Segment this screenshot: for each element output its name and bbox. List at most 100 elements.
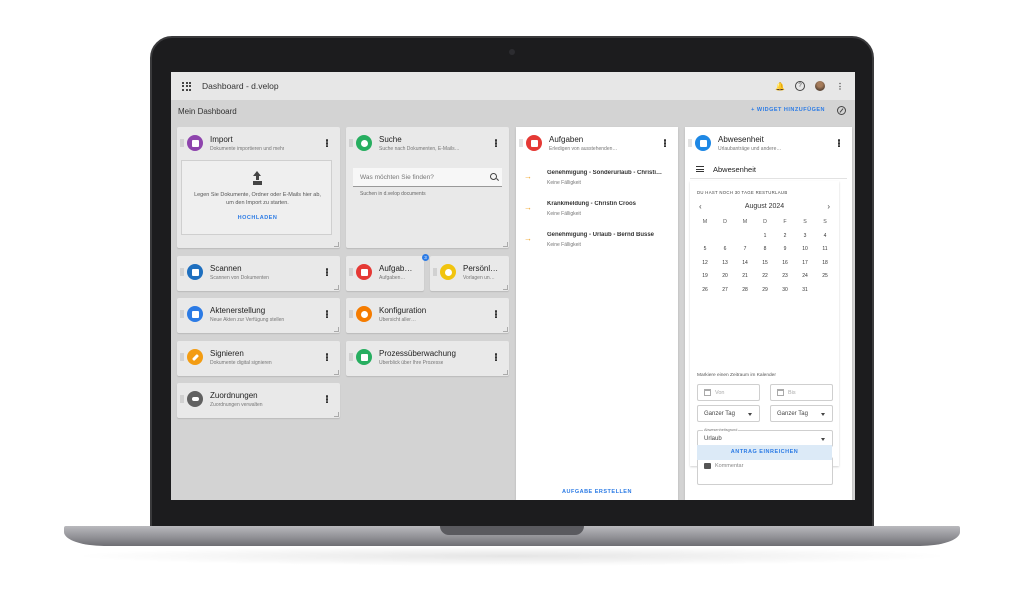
tasks-small-tile[interactable]: Aufgab… Aufgaben… 3 <box>346 254 429 291</box>
drag-handle-icon[interactable] <box>180 310 184 318</box>
more-vert-icon[interactable] <box>326 139 328 147</box>
calendar-day[interactable]: 10 <box>795 245 815 253</box>
more-vert-icon[interactable] <box>326 310 328 318</box>
chevron-right-icon[interactable]: › <box>827 202 830 211</box>
arrow-right-icon: → <box>524 172 532 181</box>
config-tile[interactable]: Konfiguration Übersicht aller… <box>346 298 509 333</box>
task-due: Keine Fälligkeit <box>547 211 581 217</box>
resize-handle-icon[interactable] <box>503 242 508 247</box>
calendar-day[interactable]: 31 <box>795 286 815 294</box>
calendar-day[interactable]: 9 <box>775 245 795 253</box>
calendar-day[interactable]: 11 <box>815 245 835 253</box>
calendar-day[interactable]: 25 <box>815 272 835 280</box>
scan-tile[interactable]: Scannen Scannen von Dokumenten <box>177 256 340 291</box>
full-day-to-select[interactable]: Ganzer Tag <box>770 405 833 422</box>
resize-handle-icon[interactable] <box>334 412 339 417</box>
resize-handle-icon[interactable] <box>503 370 508 375</box>
camera-icon <box>509 49 515 55</box>
resize-handle-icon[interactable] <box>503 327 508 332</box>
drag-handle-icon[interactable] <box>180 395 184 403</box>
menu-icon[interactable] <box>696 166 704 172</box>
drag-handle-icon[interactable] <box>180 139 184 147</box>
more-vert-icon[interactable] <box>326 268 328 276</box>
sign-tile[interactable]: Signieren Dokumente digital signieren <box>177 341 340 376</box>
assign-tile[interactable]: Zuordnungen Zuordnungen verwalten <box>177 383 340 418</box>
calendar-day[interactable]: 2 <box>775 232 795 240</box>
calendar-day[interactable]: 7 <box>735 245 755 253</box>
calendar-day[interactable]: 26 <box>695 286 715 294</box>
calendar-day[interactable]: 18 <box>815 259 835 267</box>
submit-request-button[interactable]: ANTRAG EINREICHEN <box>697 445 832 460</box>
calendar-day[interactable]: 5 <box>695 245 715 253</box>
bell-icon[interactable]: 🔔 <box>775 81 785 91</box>
calendar-day[interactable]: 24 <box>795 272 815 280</box>
more-vert-icon[interactable]: ⋮ <box>835 81 845 91</box>
calendar-day[interactable]: 3 <box>795 232 815 240</box>
magnifier-icon[interactable] <box>490 173 497 180</box>
calendar-day[interactable]: 15 <box>755 259 775 267</box>
akte-tile[interactable]: Aktenerstellung Neue Akten zur Verfügung… <box>177 298 340 333</box>
calendar-day[interactable]: 22 <box>755 272 775 280</box>
drag-handle-icon[interactable] <box>349 139 353 147</box>
calendar-day[interactable]: 6 <box>715 245 735 253</box>
from-placeholder: Von <box>715 390 725 396</box>
resize-handle-icon[interactable] <box>334 242 339 247</box>
calendar-day[interactable]: 30 <box>775 286 795 294</box>
calendar-day[interactable]: 20 <box>715 272 735 280</box>
upload-button[interactable]: HOCHLADEN <box>182 215 333 221</box>
more-vert-icon[interactable] <box>326 353 328 361</box>
drag-handle-icon[interactable] <box>349 353 353 361</box>
calendar-day[interactable]: 27 <box>715 286 735 294</box>
to-date-field[interactable]: Bis <box>770 384 833 401</box>
calendar-day[interactable]: 17 <box>795 259 815 267</box>
tile-title: Scannen <box>210 264 242 273</box>
drag-handle-icon[interactable] <box>688 139 692 147</box>
drag-handle-icon[interactable] <box>180 268 184 276</box>
resize-handle-icon[interactable] <box>334 370 339 375</box>
apps-grid-icon[interactable] <box>182 81 191 91</box>
process-icon <box>356 349 372 365</box>
add-widget-button[interactable]: + WIDGET HINZUFÜGEN <box>751 107 825 113</box>
calendar-day[interactable]: 29 <box>755 286 775 294</box>
drag-handle-icon[interactable] <box>349 268 353 276</box>
drag-handle-icon[interactable] <box>433 268 437 276</box>
calendar-day[interactable]: 1 <box>755 232 775 240</box>
calendar-day[interactable]: 13 <box>715 259 735 267</box>
more-vert-icon[interactable] <box>495 139 497 147</box>
drag-handle-icon[interactable] <box>180 353 184 361</box>
more-vert-icon[interactable] <box>495 310 497 318</box>
comment-field[interactable]: Kommentar <box>697 457 833 485</box>
calendar-day[interactable]: 23 <box>775 272 795 280</box>
full-day-from-select[interactable]: Ganzer Tag <box>697 405 760 422</box>
process-tile[interactable]: Prozessüberwachung Überblick über Ihre P… <box>346 341 509 376</box>
more-vert-icon[interactable] <box>664 139 666 147</box>
help-icon[interactable]: ? <box>795 81 805 91</box>
more-vert-icon[interactable] <box>326 395 328 403</box>
resize-handle-icon[interactable] <box>334 285 339 290</box>
task-item[interactable]: → Krankmeldung - Christin Croos Keine Fä… <box>516 198 678 228</box>
task-item[interactable]: → Genehmigung - Sonderurlaub - Christi… … <box>516 167 678 197</box>
more-vert-icon[interactable] <box>495 353 497 361</box>
create-task-button[interactable]: AUFGABE ERSTELLEN <box>516 489 678 495</box>
search-input[interactable]: Was möchten Sie finden? <box>353 168 502 187</box>
task-item[interactable]: → Genehmigung - Urlaub - Bernd Busse Kei… <box>516 229 678 259</box>
calendar-day[interactable]: 21 <box>735 272 755 280</box>
drag-handle-icon[interactable] <box>519 139 523 147</box>
calendar-day[interactable]: 19 <box>695 272 715 280</box>
avatar[interactable] <box>815 81 825 91</box>
calendar-day[interactable]: 28 <box>735 286 755 294</box>
resize-handle-icon[interactable] <box>503 285 508 290</box>
compass-icon[interactable] <box>837 106 846 115</box>
calendar-day[interactable]: 12 <box>695 259 715 267</box>
calendar-day[interactable]: 14 <box>735 259 755 267</box>
calendar-day[interactable]: 16 <box>775 259 795 267</box>
resize-handle-icon[interactable] <box>334 327 339 332</box>
calendar-day[interactable]: 4 <box>815 232 835 240</box>
more-vert-icon[interactable] <box>838 139 840 147</box>
personal-tile[interactable]: Persönl… Vorlagen un… <box>430 256 509 291</box>
calendar-day[interactable]: 8 <box>755 245 775 253</box>
from-date-field[interactable]: Von <box>697 384 760 401</box>
import-dropzone[interactable]: Legen Sie Dokumente, Ordner oder E-Mails… <box>181 160 332 235</box>
weekday-label: S <box>803 219 807 225</box>
drag-handle-icon[interactable] <box>349 310 353 318</box>
